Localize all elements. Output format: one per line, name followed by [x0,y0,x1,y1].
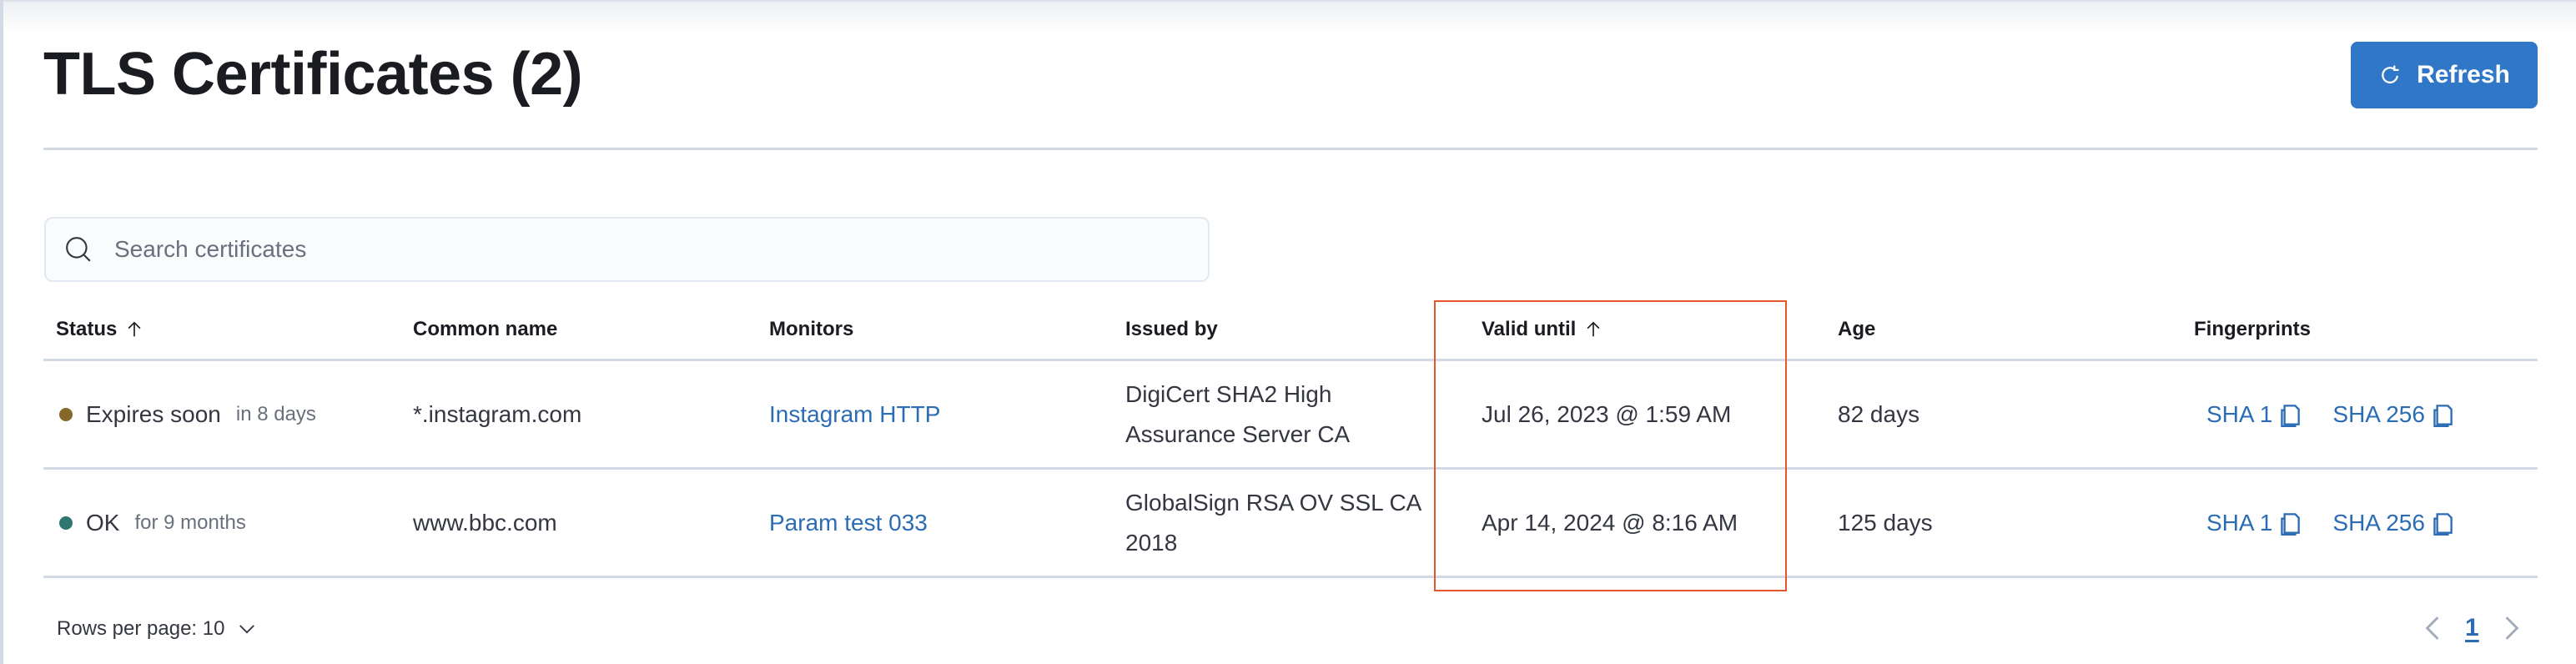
sha1-copy-button[interactable]: SHA 1 [2206,503,2302,543]
status-cell: Expires soon in 8 days [43,395,400,435]
monitors-cell: Param test 033 [757,503,1113,543]
column-header-issued-by[interactable]: Issued by [1113,318,1469,341]
valid-until-cell: Jul 26, 2023 @ 1:59 AM [1482,400,1732,427]
column-label: Valid until [1482,318,1577,340]
monitors-cell: Instagram HTTP [757,395,1113,435]
arrow-up-icon [1587,321,1600,337]
fingerprints-cell: SHA 1 SHA 256 [2181,503,2538,543]
column-header-status[interactable]: Status [43,318,400,341]
age-cell: 82 days [1838,400,1920,427]
column-label: Fingerprints [2194,318,2312,340]
chevron-down-icon [239,625,255,634]
age-cell: 125 days [1838,509,1933,536]
column-label: Common name [413,318,558,340]
top-shadow [0,0,2576,33]
status-dot-icon [59,407,73,421]
column-header-common-name[interactable]: Common name [400,318,757,341]
monitor-link[interactable]: Instagram HTTP [769,401,940,427]
monitor-link[interactable]: Param test 033 [769,510,928,536]
issued-by-cell: GlobalSign RSA OV SSL CA 2018 [1125,489,1421,556]
issued-by-cell: DigiCert SHA2 High Assurance Server CA [1125,380,1351,447]
status-cell: OK for 9 months [43,503,400,543]
sha1-label: SHA 1 [2206,509,2273,536]
common-name-cell: *.instagram.com [413,400,582,427]
left-border [0,0,3,664]
column-label: Age [1838,318,1876,340]
column-header-monitors[interactable]: Monitors [757,318,1113,341]
table-row: Expires soon in 8 days *.instagram.com I… [43,361,2538,470]
sha256-label: SHA 256 [2332,509,2425,536]
column-label: Status [56,318,118,340]
status-detail: for 9 months [134,511,246,534]
header-divider [43,148,2538,150]
chevron-right-icon[interactable] [2503,615,2521,641]
refresh-button[interactable]: Refresh [2351,42,2538,108]
copy-icon [2433,404,2453,427]
arrow-up-icon [128,321,141,337]
fingerprints-cell: SHA 1 SHA 256 [2181,395,2538,435]
table-row: OK for 9 months www.bbc.com Param test 0… [43,470,2538,578]
search-icon [66,237,91,262]
page-title: TLS Certificates (2) [43,41,583,108]
pagination: 1 [2423,614,2521,642]
search-field[interactable] [44,217,1210,282]
sha1-copy-button[interactable]: SHA 1 [2206,395,2302,435]
status-detail: in 8 days [235,402,316,425]
sha1-label: SHA 1 [2206,400,2273,427]
copy-icon [2281,512,2301,536]
status-label: OK [86,509,120,536]
copy-icon [2281,404,2301,427]
column-header-valid-until[interactable]: Valid until [1469,318,1825,341]
column-header-fingerprints: Fingerprints [2181,318,2538,341]
rows-per-page-label: Rows per page: 10 [57,617,225,640]
rows-per-page-selector[interactable]: Rows per page: 10 [57,617,256,641]
valid-until-cell: Apr 14, 2024 @ 8:16 AM [1482,509,1738,536]
status-label: Expires soon [86,400,221,427]
refresh-label: Refresh [2417,61,2510,88]
common-name-cell: www.bbc.com [413,509,557,536]
sha256-copy-button[interactable]: SHA 256 [2332,395,2455,435]
chevron-left-icon[interactable] [2423,615,2442,641]
status-dot-icon [59,516,73,530]
column-header-age[interactable]: Age [1825,318,2181,341]
column-label: Monitors [769,318,854,340]
page-button-1[interactable]: 1 [2465,614,2479,642]
table-header: Status Common name Monitors Issued by Va… [43,300,2538,361]
column-label: Issued by [1125,318,1218,340]
search-input[interactable] [113,235,1159,264]
sha256-label: SHA 256 [2332,400,2425,427]
sha256-copy-button[interactable]: SHA 256 [2332,503,2455,543]
certificates-table: Status Common name Monitors Issued by Va… [43,300,2538,578]
copy-icon [2433,512,2453,536]
refresh-icon [2382,65,2399,83]
